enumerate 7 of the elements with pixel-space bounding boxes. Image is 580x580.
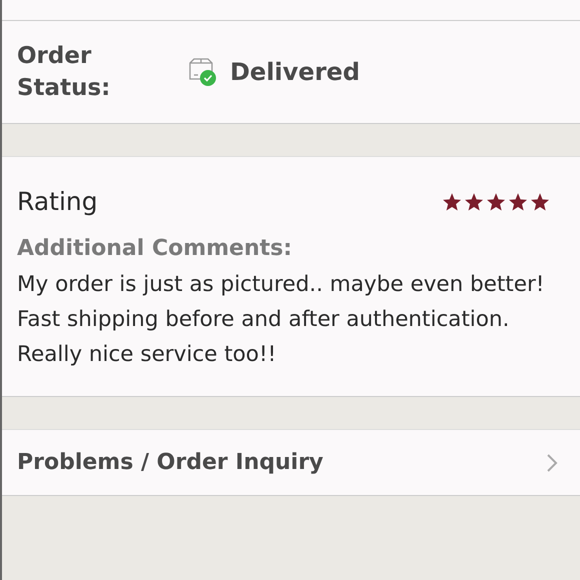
chevron-right-icon [546,452,558,472]
comments-label: Additional Comments: [17,236,294,261]
comment-text: My order is just as pictured.. maybe even better! Fast shipping before and after authentication. Really nice service too!! [17,271,546,369]
order-status-label: Order Status: [17,42,112,103]
rating-label: Rating [17,187,98,216]
inquiry-row[interactable]: Problems / Order Inquiry [2,429,580,496]
status-value: Delivered [230,58,360,86]
